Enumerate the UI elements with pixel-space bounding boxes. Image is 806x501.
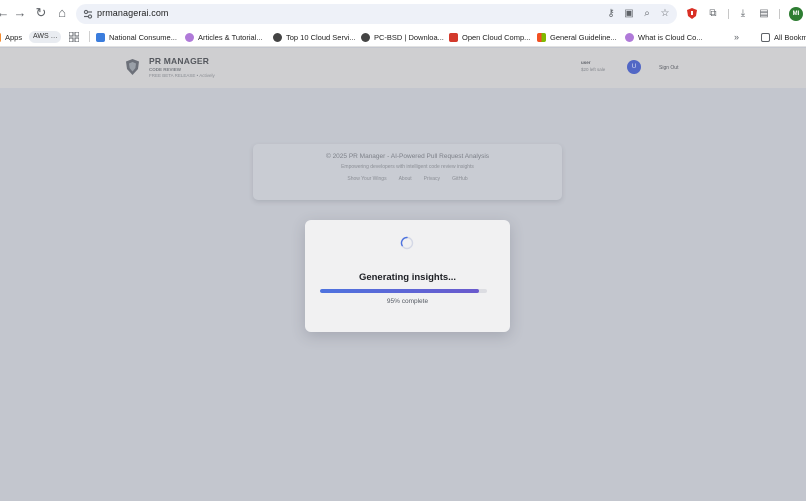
- bookmark-top-10-cloud[interactable]: Top 10 Cloud Servi...: [273, 31, 356, 43]
- favicon-icon: [625, 32, 634, 42]
- modal-title: Generating insights...: [358, 272, 457, 283]
- home-icon[interactable]: ⌂: [55, 6, 69, 20]
- bookmark-articles-tutorials[interactable]: Articles & Tutorial...: [185, 31, 263, 43]
- user-info: user $20 left sale: [581, 60, 605, 72]
- sign-out-button[interactable]: Sign Out: [659, 65, 678, 71]
- extension-shield-icon[interactable]: [686, 7, 698, 20]
- bookmark-pc-bsd[interactable]: PC-BSD | Downloa...: [361, 31, 444, 43]
- all-bookmarks-folder[interactable]: All Bookm: [761, 31, 806, 43]
- bookmark-what-is-cloud[interactable]: What is Cloud Co...: [625, 31, 703, 43]
- footer-link[interactable]: Show Your Wings: [347, 176, 386, 182]
- user-name: user: [581, 60, 591, 65]
- folder-icon: [761, 32, 770, 42]
- back-icon[interactable]: ←: [0, 6, 10, 20]
- favicon-icon: [185, 32, 194, 42]
- page-overlay: PR MANAGER CODE REVIEW FREE BETA RELEASE…: [0, 48, 806, 501]
- extensions-puzzle-icon[interactable]: ⧉: [707, 7, 719, 20]
- microsoft-icon: [537, 32, 546, 42]
- bookmark-general-guidelines[interactable]: General Guideline...: [537, 31, 617, 43]
- downloads-icon[interactable]: ⤓: [737, 7, 749, 20]
- footer-copyright: © 2025 PR Manager - AI-Powered Pull Requ…: [325, 153, 490, 160]
- address-bar[interactable]: prmanagerai.com ⚷ ▣ ⌕ ☆: [76, 4, 677, 24]
- footer-links: Show Your Wings About Privacy GitHub: [253, 176, 562, 182]
- bookmarks-bar: Apps AWS … National Consume... Articles …: [0, 27, 806, 47]
- install-app-icon[interactable]: ▣: [623, 7, 635, 21]
- user-meta: $20 left sale: [581, 67, 606, 72]
- globe-icon: [273, 32, 282, 42]
- bookmark-star-icon[interactable]: ☆: [659, 7, 671, 21]
- footer-link[interactable]: GitHub: [452, 176, 468, 182]
- favicon-icon: [449, 32, 458, 42]
- site-settings-icon[interactable]: [82, 8, 94, 20]
- zoom-icon[interactable]: ⌕: [641, 7, 653, 21]
- url-text[interactable]: prmanagerai.com: [97, 8, 169, 18]
- favicon-icon: [96, 32, 105, 42]
- more-bookmarks-icon[interactable]: »: [734, 31, 739, 43]
- grid-apps-icon[interactable]: [69, 31, 79, 43]
- footer-link[interactable]: About: [399, 176, 412, 182]
- brand: PR MANAGER CODE REVIEW FREE BETA RELEASE…: [149, 56, 215, 78]
- bookmark-open-cloud[interactable]: Open Cloud Comp...: [449, 31, 530, 43]
- apps-icon: [0, 32, 1, 42]
- footer-tagline: Empowering developers with intelligent c…: [341, 164, 474, 170]
- app-header: PR MANAGER CODE REVIEW FREE BETA RELEASE…: [0, 48, 806, 88]
- bookmark-national-consumer[interactable]: National Consume...: [96, 31, 177, 43]
- progress-label: 95% complete: [386, 298, 429, 305]
- shield-logo-icon: [126, 59, 139, 75]
- bookmark-apps[interactable]: Apps: [0, 31, 22, 43]
- globe-icon: [361, 32, 370, 42]
- footer-card: © 2025 PR Manager - AI-Powered Pull Requ…: [253, 144, 562, 200]
- footer-link[interactable]: Privacy: [424, 176, 440, 182]
- generating-insights-modal: Generating insights... 95% complete: [305, 220, 510, 332]
- brand-tagline: FREE BETA RELEASE • Actively: [149, 73, 215, 78]
- brand-subtitle: CODE REVIEW: [149, 67, 182, 72]
- password-key-icon[interactable]: ⚷: [605, 7, 617, 21]
- profile-avatar[interactable]: MI: [789, 7, 803, 21]
- bookmark-aws[interactable]: AWS …: [29, 31, 61, 43]
- loading-spinner-icon: [400, 236, 414, 250]
- user-avatar[interactable]: U: [627, 60, 641, 74]
- reload-icon[interactable]: ↻: [34, 6, 48, 20]
- progress-fill: [320, 289, 479, 293]
- progress-bar: [320, 289, 487, 293]
- side-panel-icon[interactable]: ▤: [758, 7, 770, 20]
- brand-title: PR MANAGER: [149, 56, 210, 66]
- browser-toolbar: ← → ↻ ⌂ prmanagerai.com ⚷ ▣ ⌕ ☆ ⧉ ⤓ ▤ MI: [0, 0, 806, 27]
- forward-icon[interactable]: →: [13, 6, 27, 20]
